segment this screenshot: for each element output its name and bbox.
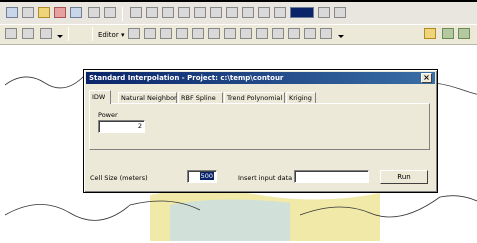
toolbar-separator (68, 27, 69, 41)
close-icon[interactable]: × (421, 73, 432, 83)
table-edit-icon[interactable] (304, 28, 316, 39)
grid-icon[interactable] (130, 7, 142, 18)
pencil-icon[interactable] (160, 28, 172, 39)
hillshade-icon[interactable] (194, 7, 206, 18)
attributes-icon[interactable] (224, 28, 236, 39)
frame-icon[interactable] (70, 7, 82, 18)
aspect-icon[interactable] (226, 7, 238, 18)
raster-icon[interactable] (146, 7, 158, 18)
snapping-icon[interactable] (256, 28, 268, 39)
layer-selector-icon[interactable] (290, 7, 314, 18)
rotate-icon[interactable] (208, 28, 220, 39)
tab-kriging[interactable]: Kriging (286, 92, 316, 103)
cell-size-input[interactable]: 500 (187, 170, 217, 183)
interpolation-dialog: Standard Interpolation - Project: c:\tem… (83, 69, 438, 193)
tab-rbf-spline[interactable]: RBF Spline (178, 92, 223, 103)
open-icon[interactable] (22, 7, 34, 18)
tab-natural-neighbor[interactable]: Natural Neighbor (118, 92, 177, 103)
sketch-icon[interactable] (144, 28, 156, 39)
swipe-icon[interactable] (318, 7, 330, 18)
insert-input-label: Insert input data (238, 174, 293, 182)
globe-icon[interactable] (458, 28, 470, 39)
topology-icon[interactable] (272, 28, 284, 39)
vertex-icon[interactable] (176, 28, 188, 39)
power-input[interactable]: 2 (98, 120, 145, 133)
merge-icon[interactable] (320, 28, 332, 39)
highlight-icon[interactable] (424, 28, 436, 39)
power-label: Power (98, 111, 118, 119)
undo-icon[interactable] (288, 28, 300, 39)
cell-size-label: Cell Size (meters) (90, 174, 148, 182)
sketch-properties-icon[interactable] (240, 28, 252, 39)
dialog-title: Standard Interpolation - Project: c:\tem… (89, 74, 284, 82)
viewshed-icon[interactable] (242, 7, 254, 18)
run-button[interactable]: Run (380, 170, 428, 184)
tab-idw[interactable]: IDW (89, 90, 111, 104)
chevron-down-icon[interactable] (57, 35, 63, 38)
surface-icon[interactable] (162, 7, 174, 18)
layer-icon[interactable] (54, 7, 66, 18)
tab-trend-polynomial[interactable]: Trend Polynomial (224, 92, 285, 103)
edit-tool-icon[interactable] (128, 28, 140, 39)
georef-icon[interactable] (22, 28, 34, 39)
query-icon[interactable] (88, 7, 100, 18)
dialog-titlebar[interactable]: Standard Interpolation - Project: c:\tem… (86, 72, 435, 84)
toolbar-separator (122, 7, 123, 21)
toolbar-separator (92, 27, 93, 41)
lasso-icon[interactable] (442, 28, 454, 39)
profile-icon[interactable] (274, 7, 286, 18)
slope-icon[interactable] (210, 7, 222, 18)
folder-icon[interactable] (38, 7, 50, 18)
toolbar-row-1 (0, 2, 360, 24)
add-data-icon[interactable] (40, 28, 52, 39)
flicker-icon[interactable] (334, 7, 346, 18)
tab-panel-idw: Power 2 (89, 103, 430, 150)
editor-menu-button[interactable]: Editor ▾ (96, 28, 126, 42)
chevron-down-icon[interactable] (338, 35, 344, 38)
interpolation-surface-low (170, 199, 290, 241)
contour-icon[interactable] (178, 7, 190, 18)
split-icon[interactable] (192, 28, 204, 39)
identify-icon[interactable] (104, 7, 116, 18)
cell-size-value: 500 (199, 172, 214, 180)
insert-input-field[interactable] (294, 170, 369, 183)
xy-icon[interactable] (5, 28, 17, 39)
toolbar-row-2 (0, 24, 477, 45)
coastline (4, 74, 86, 89)
table-icon[interactable] (6, 7, 18, 18)
cutfill-icon[interactable] (258, 7, 270, 18)
